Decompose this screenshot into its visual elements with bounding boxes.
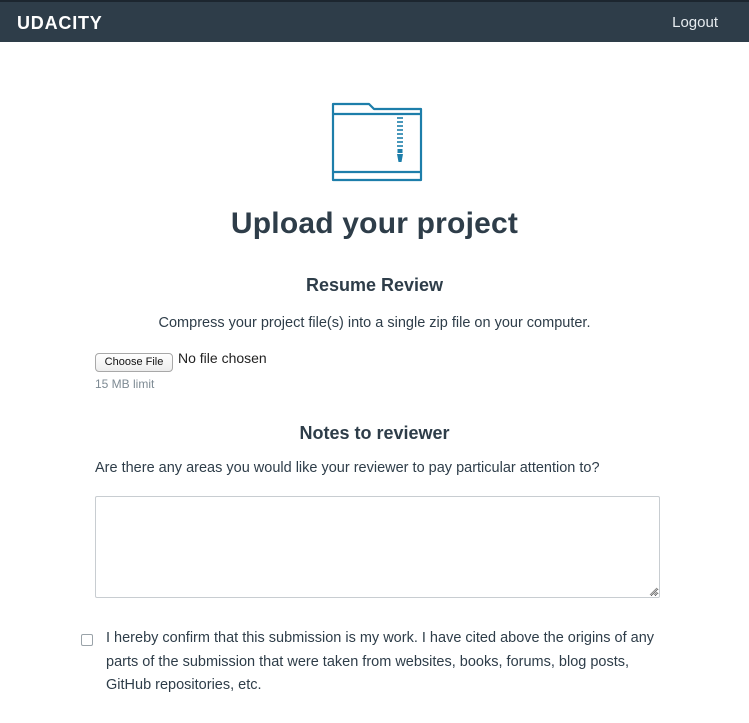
- zipped-folder-icon: [331, 102, 423, 182]
- file-size-limit: 15 MB limit: [95, 377, 155, 391]
- notes-question: Are there any areas you would like your …: [95, 460, 600, 476]
- page-title: Upload your project: [230, 207, 519, 240]
- confirm-statement: I hereby confirm that this submission is…: [106, 630, 655, 693]
- resume-review-heading: Resume Review: [305, 275, 444, 295]
- logout-link[interactable]: Logout: [672, 14, 718, 31]
- notes-textarea[interactable]: [95, 496, 660, 598]
- notes-heading: Notes to reviewer: [299, 423, 450, 443]
- file-status-text: No file chosen: [178, 350, 267, 366]
- upload-instruction: Compress your project file(s) into a sin…: [158, 315, 591, 331]
- top-navigation-bar: UDACITY Logout: [0, 0, 749, 42]
- udacity-logo[interactable]: UDACITY: [17, 13, 103, 34]
- confirm-checkbox[interactable]: [81, 634, 93, 646]
- resize-grip-icon[interactable]: [649, 587, 658, 596]
- choose-file-button[interactable]: Choose File: [95, 353, 173, 372]
